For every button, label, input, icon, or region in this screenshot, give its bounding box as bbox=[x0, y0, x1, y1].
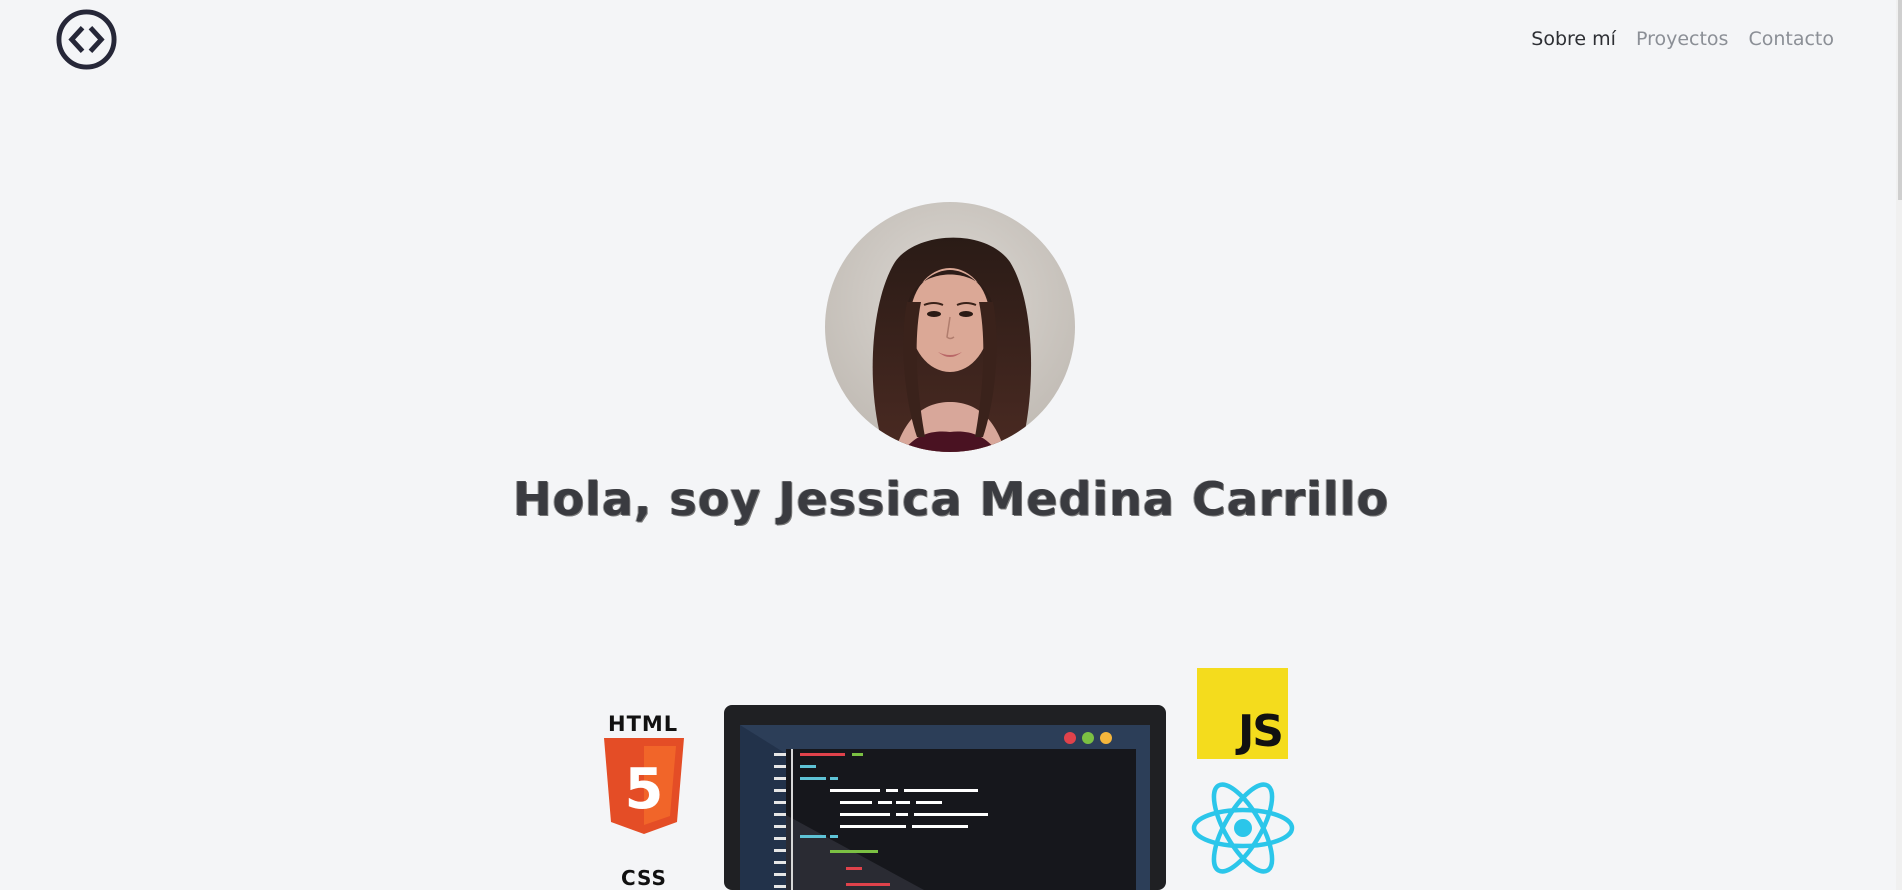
nav-link-proyectos[interactable]: Proyectos bbox=[1636, 28, 1729, 50]
hero-headline: Hola, soy Jessica Medina Carrillo bbox=[512, 472, 1390, 526]
scrollbar-thumb[interactable] bbox=[1898, 0, 1902, 200]
laptop-code-illustration bbox=[724, 705, 1166, 890]
css-label: CSS bbox=[621, 866, 667, 890]
window-close-dot bbox=[1064, 732, 1076, 744]
page-scrollbar[interactable] bbox=[1896, 0, 1902, 890]
profile-photo bbox=[825, 202, 1075, 452]
main-nav: Sobre mí Proyectos Contacto bbox=[1531, 28, 1834, 50]
window-minimize-dot bbox=[1100, 732, 1112, 744]
nav-link-sobre-mi[interactable]: Sobre mí bbox=[1531, 28, 1616, 50]
html5-number: 5 bbox=[625, 757, 664, 822]
react-icon bbox=[1191, 782, 1295, 874]
page: Sobre mí Proyectos Contacto Hola, soy Je… bbox=[0, 0, 1902, 890]
js-label: JS bbox=[1237, 706, 1284, 757]
code-brackets-circle-icon[interactable] bbox=[55, 8, 118, 71]
html5-icon: 5 bbox=[604, 738, 684, 834]
javascript-icon: JS bbox=[1197, 668, 1288, 759]
profile-avatar bbox=[825, 202, 1075, 452]
html-label: HTML bbox=[608, 712, 679, 736]
window-maximize-dot bbox=[1082, 732, 1094, 744]
nav-link-contacto[interactable]: Contacto bbox=[1748, 28, 1834, 50]
